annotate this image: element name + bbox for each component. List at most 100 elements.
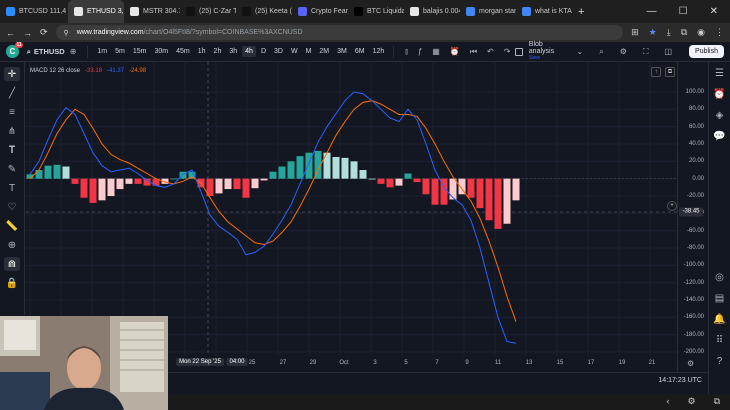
- indicators-icon[interactable]: ƒ: [418, 47, 422, 56]
- tray-icon[interactable]: ⧉: [714, 396, 720, 407]
- timeframe-button[interactable]: 4h: [242, 46, 256, 57]
- install-app-icon[interactable]: ⊞: [631, 27, 639, 38]
- text-icon[interactable]: T: [4, 181, 20, 195]
- histogram-bar: [71, 178, 79, 184]
- price-tick-label: 60.00: [688, 123, 704, 130]
- timeframe-button[interactable]: M: [303, 46, 315, 57]
- browser-tab[interactable]: (25) C-Zar The: [180, 0, 236, 23]
- timeframe-button[interactable]: 6M: [352, 46, 368, 57]
- histogram-bar: [395, 178, 403, 186]
- magnet-icon[interactable]: ⋒: [4, 257, 20, 271]
- browser-tab[interactable]: BTCUSD 111,4: [0, 0, 68, 23]
- browser-tab[interactable]: morgan stanle: [460, 0, 516, 23]
- maximize-icon[interactable]: ☐: [679, 6, 688, 17]
- browser-tab-strip: BTCUSD 111,4ETHUSD 3,✕MSTR 304.79(25) C-…: [0, 0, 730, 23]
- url-field[interactable]: ⚲ www.tradingview.com/chart/O4l5FtI8/?sy…: [55, 25, 624, 40]
- browser-tab[interactable]: MSTR 304.79: [124, 0, 180, 23]
- minimize-icon[interactable]: —: [647, 6, 657, 17]
- settings-icon[interactable]: ⚙: [687, 396, 695, 407]
- tab-favicon-icon: [298, 7, 307, 16]
- apps-grid-icon[interactable]: ⠿: [716, 335, 723, 346]
- download-icon[interactable]: ⤓: [667, 27, 671, 38]
- browser-tab[interactable]: (25) Keeta (@: [236, 0, 292, 23]
- ruler-icon[interactable]: 📏: [4, 219, 20, 233]
- zoom-icon[interactable]: ⊕: [4, 238, 20, 252]
- chat-icon[interactable]: 💬: [713, 131, 725, 142]
- histogram-bar: [467, 178, 475, 198]
- layers-icon[interactable]: ◈: [716, 110, 724, 121]
- help-icon[interactable]: ?: [717, 356, 723, 367]
- timeframe-button[interactable]: 12h: [370, 46, 388, 57]
- watchlist-icon[interactable]: ☰: [715, 68, 724, 79]
- forward-icon[interactable]: →: [23, 28, 32, 38]
- user-avatar[interactable]: C 11: [6, 42, 23, 58]
- timeframe-button[interactable]: W: [288, 46, 301, 57]
- replay-icon[interactable]: ⏮: [470, 47, 477, 57]
- timeframe-button[interactable]: 1m: [94, 46, 110, 57]
- browser-tab[interactable]: BTC Liquidati: [348, 0, 404, 23]
- brush-icon[interactable]: ✎: [4, 162, 20, 176]
- close-window-icon[interactable]: ✕: [710, 6, 718, 17]
- pitchfork-icon[interactable]: ⋔: [4, 124, 20, 138]
- layout-icon: [515, 47, 523, 56]
- fib-icon[interactable]: 𝐓: [4, 143, 20, 157]
- timeframe-button[interactable]: 3h: [226, 46, 240, 57]
- layout-save[interactable]: Blob analysis Save ⌄ ⌕ ⚙ ⛶ ◫ Publish: [515, 41, 730, 62]
- browser-tab[interactable]: what is KTA k: [516, 0, 572, 23]
- timeframe-button[interactable]: 30m: [152, 46, 172, 57]
- bookmark-star-icon[interactable]: ★: [649, 27, 657, 38]
- timeframe-button[interactable]: 15m: [130, 46, 150, 57]
- add-alert-icon[interactable]: +: [667, 201, 677, 211]
- alert-clock-icon[interactable]: ⏰: [450, 47, 460, 56]
- alerts-icon[interactable]: ⏰: [713, 89, 725, 100]
- browser-tab[interactable]: balajis 0.004: [404, 0, 460, 23]
- histogram-bar: [134, 178, 142, 184]
- redo-icon[interactable]: ↷: [504, 47, 511, 56]
- timeframe-button[interactable]: D: [258, 46, 269, 57]
- collapse-pane-icon[interactable]: ⧉: [665, 67, 675, 77]
- lock-drawings-icon[interactable]: 🔒: [4, 276, 20, 290]
- browser-tab[interactable]: Crypto Fear an: [292, 0, 348, 23]
- fullscreen-icon[interactable]: ⛶: [643, 47, 649, 57]
- back-nav-icon[interactable]: ‹: [666, 396, 669, 407]
- site-info-icon[interactable]: ⚲: [64, 29, 69, 37]
- layout-grid-icon[interactable]: ▦: [432, 47, 440, 56]
- histogram-bar: [503, 178, 511, 224]
- browser-tab[interactable]: ETHUSD 3,✕: [68, 0, 124, 23]
- symbol-search[interactable]: ⌕ ETHUSD: [27, 47, 65, 57]
- timeframe-button[interactable]: 2M: [316, 46, 332, 57]
- screen: BTCUSD 111,4ETHUSD 3,✕MSTR 304.79(25) C-…: [0, 0, 730, 410]
- indicator-name: MACD 12 26 close: [30, 68, 81, 74]
- back-icon[interactable]: ←: [6, 28, 15, 38]
- axis-settings-icon[interactable]: ⚙: [687, 359, 694, 368]
- timeframe-button[interactable]: 5m: [112, 46, 128, 57]
- favorite-heart-icon[interactable]: ♡: [4, 200, 20, 214]
- settings-gear-icon[interactable]: ⚙: [620, 47, 627, 56]
- chart-type-icon[interactable]: ⫾: [405, 47, 408, 57]
- timeframe-button[interactable]: 2h: [211, 46, 225, 57]
- publish-button[interactable]: Publish: [689, 45, 724, 58]
- extensions-icon[interactable]: ⧉: [681, 27, 687, 38]
- chart-up-arrow-icon[interactable]: ↑: [651, 67, 661, 77]
- camera-snapshot-icon[interactable]: ◫: [664, 47, 672, 56]
- horizontal-lines-icon[interactable]: ≡: [4, 105, 20, 119]
- ideas-icon[interactable]: ◎: [715, 272, 724, 283]
- reload-icon[interactable]: ⟳: [40, 27, 48, 38]
- price-axis[interactable]: 100.0080.0060.0040.0020.000.00-20.00-40.…: [677, 62, 708, 374]
- notifications-icon[interactable]: 🔔: [713, 314, 725, 325]
- undo-icon[interactable]: ↶: [487, 47, 494, 56]
- dropdown-chevron-icon[interactable]: ⌄: [577, 47, 584, 56]
- timeframe-button[interactable]: 3D: [271, 46, 286, 57]
- compare-add-icon[interactable]: ⊕: [70, 47, 77, 56]
- trendline-icon[interactable]: ╱: [4, 86, 20, 100]
- calendar-icon[interactable]: ▤: [715, 293, 724, 304]
- quick-search-icon[interactable]: ⌕: [599, 47, 603, 57]
- menu-dots-icon[interactable]: ⋮: [715, 27, 724, 38]
- timeframe-button[interactable]: 1h: [195, 46, 209, 57]
- timeframe-button[interactable]: 45m: [173, 46, 193, 57]
- timeframe-button[interactable]: 3M: [334, 46, 350, 57]
- histogram-bar: [260, 178, 268, 181]
- new-tab-icon[interactable]: +: [578, 6, 584, 18]
- profile-icon[interactable]: ◉: [697, 27, 705, 38]
- crosshair-icon[interactable]: ✛: [4, 67, 20, 81]
